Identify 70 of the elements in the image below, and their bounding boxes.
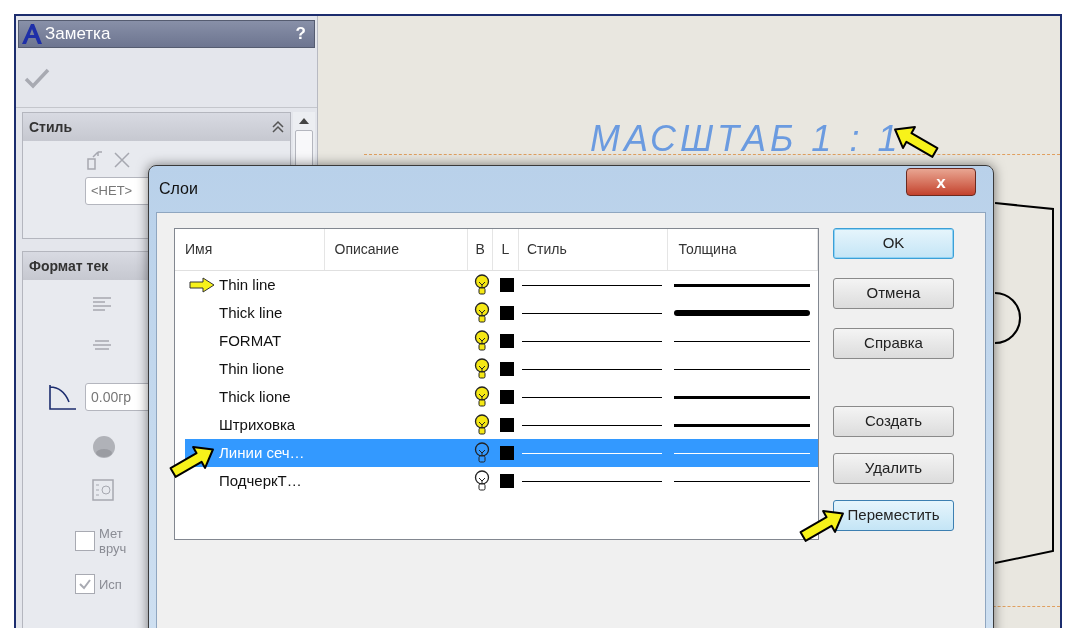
dialog-button[interactable]: Отмена [833,278,954,309]
line-thickness-sample[interactable] [674,340,810,342]
lightbulb-icon[interactable] [473,470,490,492]
line-style-sample[interactable] [522,424,662,426]
color-swatch[interactable] [500,334,514,348]
layer-name: Thick line [219,302,283,323]
dialog-button[interactable]: Удалить [833,453,954,484]
line-thickness-sample[interactable] [674,423,810,427]
column-header[interactable]: Толщина [668,229,818,270]
color-swatch[interactable] [500,278,514,292]
line-thickness-sample[interactable] [674,283,810,287]
checkbox-label: Мет вруч [99,526,127,556]
scale-label: МАСШТАБ 1 : 1 [590,117,902,161]
checkbox-label: Исп [99,576,122,592]
line-style-sample[interactable] [522,480,662,482]
line-style-sample[interactable] [522,284,662,286]
checkbox[interactable] [75,531,95,551]
collapse-icon[interactable] [272,120,284,134]
color-swatch[interactable] [500,362,514,376]
color-swatch[interactable] [500,418,514,432]
lightbulb-icon[interactable] [473,330,490,352]
line-thickness-sample[interactable] [674,368,810,370]
layer-name: Thin lione [219,358,285,379]
layer-name: Thin line [219,274,276,295]
layer-row[interactable]: Thick lione [185,383,818,411]
lightbulb-icon[interactable] [473,386,490,408]
lightbulb-icon[interactable] [473,358,490,380]
color-swatch[interactable] [500,474,514,488]
dialog-button[interactable]: Справка [833,328,954,359]
dialog-button[interactable]: Переместить [833,500,954,531]
section-title: Формат тек [29,256,109,276]
angle-icon [47,382,79,412]
line-thickness-sample[interactable] [674,395,810,399]
scroll-up-icon[interactable] [299,118,309,124]
checkbox[interactable] [75,574,95,594]
checkmark-icon[interactable] [24,66,50,89]
dialog-button[interactable]: OK [833,228,954,259]
check-icon [78,577,92,591]
layer-name: ПодчеркТ… [219,470,302,491]
layer-name: Штриховка [219,414,296,435]
layer-row[interactable]: Thin lione [185,355,818,383]
color-swatch[interactable] [500,390,514,404]
layer-row[interactable]: Штриховка [185,411,818,439]
column-header[interactable]: Имя [175,229,325,270]
line-style-sample[interactable] [522,396,662,398]
dialog-button[interactable]: Создать [833,406,954,437]
column-header[interactable]: Описание [324,229,469,270]
note-a-icon [21,23,43,45]
column-header[interactable]: Стиль [518,229,669,270]
line-thickness-sample[interactable] [674,480,810,482]
section-title: Стиль [29,117,73,137]
line-style-sample[interactable] [522,368,662,370]
column-header[interactable]: B [468,229,493,270]
lightbulb-icon[interactable] [473,302,490,324]
layer-row[interactable]: Thick line [185,299,818,327]
column-header[interactable]: L [493,229,519,270]
panel-title: Заметка [45,23,111,46]
layer-row[interactable]: Thin line [185,271,818,299]
line-style-sample[interactable] [522,340,662,342]
color-swatch[interactable] [500,306,514,320]
lightbulb-icon[interactable] [473,274,490,296]
layer-name: Thick lione [219,386,291,407]
layer-name: Линии сеч… [219,442,305,463]
lightbulb-icon[interactable] [473,414,490,436]
layer-name: FORMAT [219,330,282,351]
line-style-sample[interactable] [522,312,662,314]
color-swatch[interactable] [500,446,514,460]
layer-row[interactable]: FORMAT [185,327,818,355]
help-button[interactable]: ? [295,21,306,47]
layer-row[interactable]: ПодчеркТ… [185,467,818,495]
